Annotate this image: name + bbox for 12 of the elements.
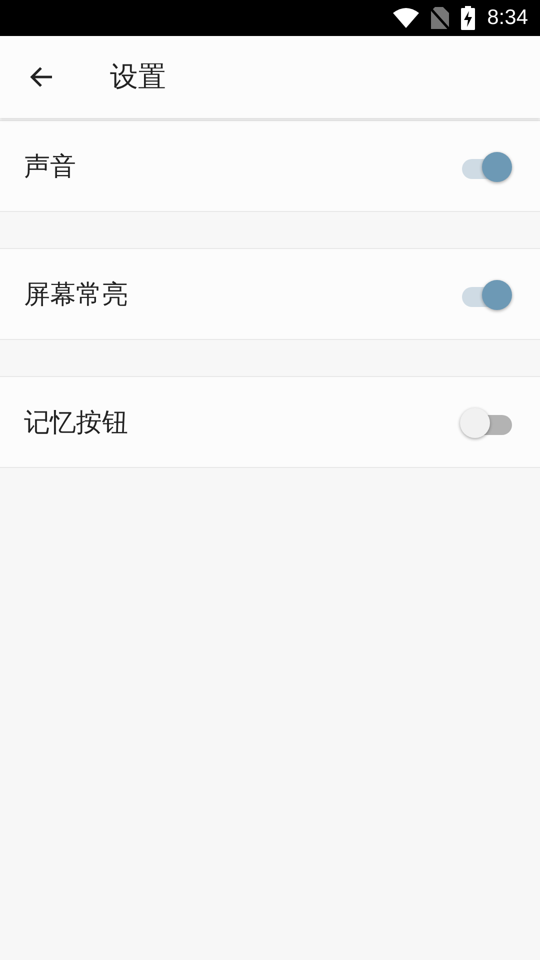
setting-row[interactable]: 屏幕常亮 <box>0 248 540 340</box>
no-sim-icon <box>431 7 450 29</box>
status-time: 8:34 <box>487 6 528 30</box>
setting-label: 声音 <box>24 150 76 184</box>
wifi-icon <box>393 8 420 28</box>
battery-charging-icon <box>461 6 476 30</box>
setting-label: 记忆按钮 <box>24 406 128 440</box>
back-arrow-icon[interactable] <box>28 65 54 89</box>
setting-label: 屏幕常亮 <box>24 278 128 312</box>
setting-row[interactable]: 记忆按钮 <box>0 376 540 468</box>
setting-row[interactable]: 声音 <box>0 120 540 212</box>
page-title: 设置 <box>110 59 166 95</box>
